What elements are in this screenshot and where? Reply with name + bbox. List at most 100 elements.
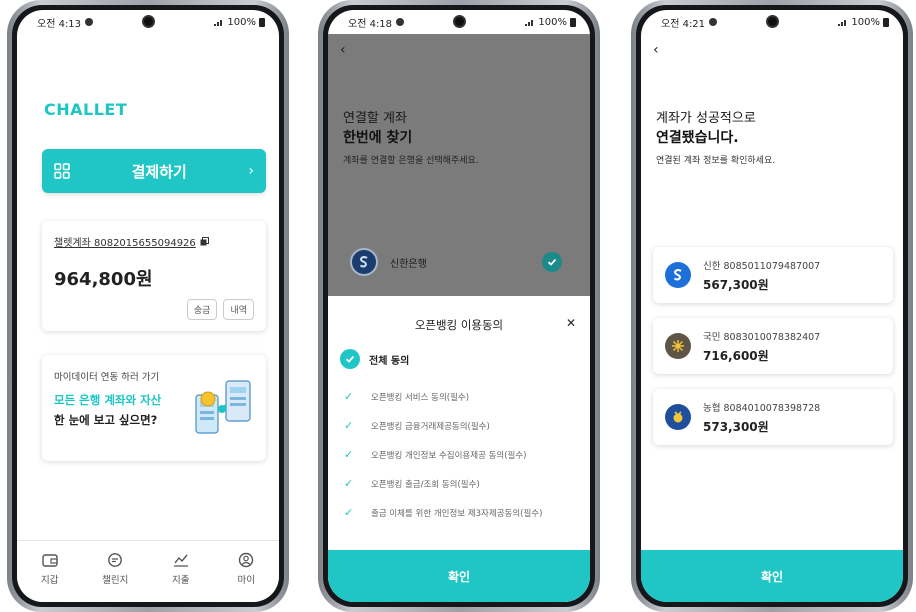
nav-my-label: 마이	[237, 574, 255, 586]
check-icon: ✓	[344, 419, 354, 432]
pay-button[interactable]: 결제하기 ›	[42, 149, 266, 193]
user-icon	[239, 552, 254, 567]
battery-percent: 100%	[851, 16, 880, 28]
app-logo: CHALLET	[44, 100, 128, 119]
sheet-title: 오픈뱅킹 이용동의	[414, 318, 504, 332]
account-balance: 567,300원	[703, 277, 769, 292]
mydata-promo-card[interactable]: 마이데이터 연동 하러 가기 모든 은행 계좌와 자산 한 눈에 보고 싶으면?	[42, 355, 266, 461]
check-icon: ✓	[344, 390, 354, 403]
account-balance: 964,800원	[54, 269, 153, 290]
find-description: 계좌를 연결할 은행을 선택해주세요.	[343, 156, 479, 166]
pay-button-label: 결제하기	[131, 162, 187, 181]
phone-bezel: 오전 4:13 100% CHALLET 결제하기 › 챌렛계좌 8082015…	[12, 5, 284, 607]
success-title-line2: 연결됐습니다.	[656, 130, 739, 146]
send-button[interactable]: 송금	[186, 299, 218, 320]
phone-connected: 오전 4:21 100% ‹ 계좌가 성공적으로 연결됐습니다. 연결된 계좌 …	[631, 0, 913, 612]
history-button[interactable]: 내역	[223, 299, 254, 320]
check-icon: ✓	[344, 477, 354, 490]
kookmin-logo-icon	[665, 333, 691, 359]
find-account-screen: 오전 4:18 100% ‹ 연결할 계좌 한번에 찾기 계좌를 연결할 은행을…	[328, 10, 590, 602]
selected-check-icon	[542, 252, 562, 272]
battery-icon	[883, 17, 889, 27]
notification-icon	[709, 18, 718, 26]
chat-icon	[108, 552, 123, 567]
phone-wallet: 오전 4:13 100% CHALLET 결제하기 › 챌렛계좌 8082015…	[7, 0, 289, 612]
nav-challenge-label: 챌린지	[102, 574, 129, 586]
success-description: 연결된 계좌 정보를 확인하세요.	[656, 156, 776, 166]
account-balance: 716,600원	[703, 348, 769, 363]
term-item[interactable]: ✓ 오픈뱅킹 금융거래제공동의(필수)	[344, 411, 580, 440]
check-icon: ✓	[344, 448, 354, 461]
signal-icon	[838, 20, 847, 26]
phone-bezel: 오전 4:21 100% ‹ 계좌가 성공적으로 연결됐습니다. 연결된 계좌 …	[636, 5, 908, 607]
wallet-icon	[42, 553, 58, 567]
nav-wallet-label: 지갑	[41, 574, 59, 586]
signal-icon	[214, 20, 223, 26]
bank-name: 신한은행	[390, 258, 427, 270]
account-name: 농협 8084010078398728	[703, 402, 821, 414]
status-time: 오전 4:18	[348, 18, 393, 30]
term-label: 오픈뱅킹 금융거래제공동의(필수)	[371, 421, 490, 432]
connected-account-nonghyup[interactable]: 농협 8084010078398728 573,300원	[653, 389, 893, 445]
term-item[interactable]: ✓ 출금 이체를 위한 개인정보 제3자제공동의(필수)	[344, 498, 580, 527]
check-circle-icon	[340, 349, 360, 369]
battery-icon	[570, 17, 576, 27]
nav-my[interactable]: 마이	[221, 552, 271, 586]
confirm-button[interactable]: 확인	[328, 550, 590, 602]
account-name: 국민 8083010078382407	[703, 331, 821, 343]
nav-spending-label: 지출	[172, 574, 190, 586]
term-item[interactable]: ✓ 오픈뱅킹 출금/조회 동의(필수)	[344, 469, 580, 498]
chevron-right-icon: ›	[248, 163, 254, 179]
battery-percent: 100%	[227, 16, 256, 28]
status-bar: 오전 4:18 100%	[328, 10, 590, 34]
consent-bottom-sheet: 오픈뱅킹 이용동의 ✕ 전체 동의 ✓ 오픈뱅킹 서비스 동의(필수) ✓ 오픈뱅킹…	[328, 296, 590, 602]
close-icon[interactable]: ✕	[566, 316, 576, 330]
term-item[interactable]: ✓ 오픈뱅킹 서비스 동의(필수)	[344, 382, 580, 411]
nav-spending[interactable]: 지출	[156, 552, 206, 586]
bottom-navigation: 지갑 챌린지 지출 마이	[17, 540, 279, 602]
back-arrow-icon[interactable]: ‹	[653, 42, 659, 58]
status-time: 오전 4:13	[37, 18, 82, 30]
chart-icon	[173, 554, 188, 567]
wallet-screen: 오전 4:13 100% CHALLET 결제하기 › 챌렛계좌 8082015…	[17, 10, 279, 602]
account-balance: 573,300원	[703, 419, 769, 434]
phone-bezel: 오전 4:18 100% ‹ 연결할 계좌 한번에 찾기 계좌를 연결할 은행을…	[323, 5, 595, 607]
copy-icon[interactable]	[200, 237, 209, 246]
back-arrow-icon[interactable]: ‹	[340, 42, 346, 58]
account-card[interactable]: 챌렛계좌 8082015655094926 964,800원 송금 내역	[42, 221, 266, 331]
connected-screen: 오전 4:21 100% ‹ 계좌가 성공적으로 연결됐습니다. 연결된 계좌 …	[641, 10, 903, 602]
success-title-line1: 계좌가 성공적으로	[656, 111, 756, 126]
account-number: 챌렛계좌 8082015655094926	[54, 238, 196, 249]
screenshot-stage: 오전 4:13 100% CHALLET 결제하기 › 챌렛계좌 8082015…	[0, 0, 916, 612]
term-item[interactable]: ✓ 오픈뱅킹 개인정보 수집이용제공 동의(필수)	[344, 440, 580, 469]
notification-icon	[85, 18, 94, 26]
battery-percent: 100%	[538, 16, 567, 28]
term-label: 오픈뱅킹 출금/조회 동의(필수)	[371, 479, 480, 490]
signal-icon	[525, 20, 534, 26]
agree-all-checkbox[interactable]: 전체 동의	[340, 349, 409, 369]
shinhan-logo-icon	[665, 262, 691, 288]
notification-icon	[396, 18, 405, 26]
check-icon: ✓	[344, 506, 354, 519]
confirm-button[interactable]: 확인	[641, 550, 903, 602]
find-title-line2: 한번에 찾기	[343, 130, 413, 146]
status-time: 오전 4:21	[661, 18, 706, 30]
phones-illustration-icon	[195, 380, 251, 434]
shinhan-logo-icon	[350, 248, 378, 276]
terms-list: ✓ 오픈뱅킹 서비스 동의(필수) ✓ 오픈뱅킹 금융거래제공동의(필수) ✓ 오픈뱅…	[344, 382, 580, 527]
grid-icon	[54, 163, 70, 179]
term-label: 출금 이체를 위한 개인정보 제3자제공동의(필수)	[371, 508, 543, 519]
status-bar: 오전 4:21 100%	[641, 10, 903, 34]
term-label: 오픈뱅킹 개인정보 수집이용제공 동의(필수)	[371, 450, 527, 461]
account-name: 신한 8085011079487007	[703, 260, 821, 272]
nav-wallet[interactable]: 지갑	[25, 552, 75, 586]
connected-account-shinhan[interactable]: 신한 8085011079487007 567,300원	[653, 247, 893, 303]
term-label: 오픈뱅킹 서비스 동의(필수)	[371, 392, 470, 403]
find-title-line1: 연결할 계좌	[343, 111, 407, 126]
agree-all-label: 전체 동의	[369, 355, 410, 367]
connected-account-kookmin[interactable]: 국민 8083010078382407 716,600원	[653, 318, 893, 374]
bank-option-shinhan[interactable]: 신한은행	[338, 234, 574, 290]
nav-challenge[interactable]: 챌린지	[90, 552, 140, 586]
status-bar: 오전 4:13 100%	[17, 10, 279, 34]
battery-icon	[259, 17, 265, 27]
